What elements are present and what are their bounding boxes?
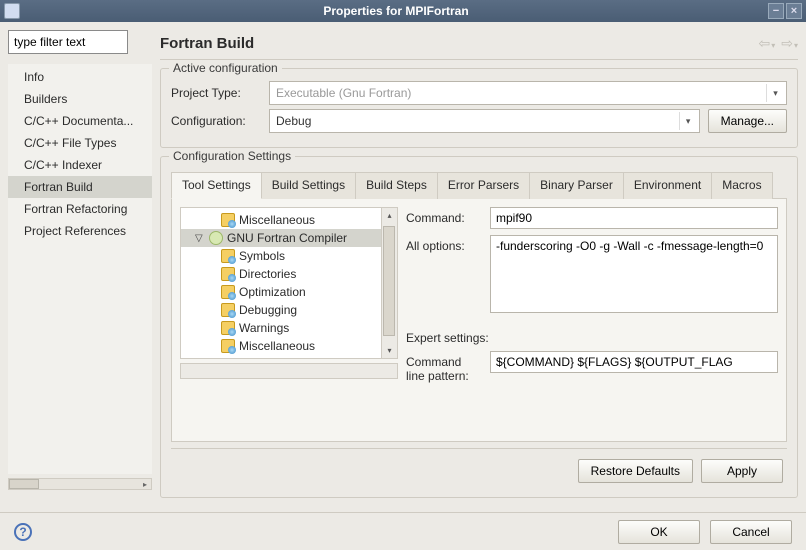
chevron-down-icon[interactable]: ▾: [679, 112, 697, 130]
all-options-label: All options:: [406, 235, 484, 253]
project-type-value: Executable (Gnu Fortran): [276, 86, 411, 100]
expand-icon[interactable]: ▽: [195, 233, 205, 244]
minimize-button[interactable]: −: [768, 3, 784, 19]
list-item[interactable]: ▽GNU Fortran Compiler: [181, 229, 381, 247]
sidebar-item-info[interactable]: Info: [8, 66, 152, 88]
expert-settings-label: Expert settings:: [406, 331, 778, 345]
sidebar-item-project-ref[interactable]: Project References: [8, 220, 152, 242]
tool-tree[interactable]: Miscellaneous ▽GNU Fortran Compiler Symb…: [180, 207, 398, 359]
tab-environment[interactable]: Environment: [623, 172, 712, 199]
main-panel: Fortran Build ⇦ ⇨ Active configuration P…: [152, 22, 806, 512]
tab-error-parsers[interactable]: Error Parsers: [437, 172, 530, 199]
window-icon: [4, 3, 20, 19]
page-title: Fortran Build: [160, 35, 254, 52]
gear-icon: [209, 231, 223, 245]
dialog-footer: ? OK Cancel: [0, 512, 806, 550]
help-icon[interactable]: ?: [14, 523, 32, 541]
configuration-value: Debug: [276, 114, 311, 128]
property-tree[interactable]: Info Builders C/C++ Documenta... C/C++ F…: [8, 64, 152, 474]
sidebar-item-cdoc[interactable]: C/C++ Documenta...: [8, 110, 152, 132]
tree-vscroll[interactable]: ▴ ▾: [381, 208, 397, 358]
command-input[interactable]: [490, 207, 778, 229]
manage-button[interactable]: Manage...: [708, 109, 787, 133]
command-label: Command:: [406, 207, 484, 225]
configuration-select[interactable]: Debug ▾: [269, 109, 700, 133]
list-item[interactable]: Optimization: [181, 283, 381, 301]
tab-macros[interactable]: Macros: [711, 172, 772, 199]
sidebar-item-cfiletypes[interactable]: C/C++ File Types: [8, 132, 152, 154]
ok-button[interactable]: OK: [618, 520, 700, 544]
settings-tabs: Tool Settings Build Settings Build Steps…: [171, 171, 787, 198]
folder-icon: [221, 213, 235, 227]
nav-arrows: ⇦ ⇨: [759, 35, 799, 52]
sidebar: Info Builders C/C++ Documenta... C/C++ F…: [0, 22, 152, 512]
title-bar: Properties for MPIFortran − ×: [0, 0, 806, 22]
nav-back-icon[interactable]: ⇦: [759, 35, 776, 52]
group-title: Configuration Settings: [169, 149, 295, 163]
sidebar-item-builders[interactable]: Builders: [8, 88, 152, 110]
nav-forward-icon[interactable]: ⇨: [781, 35, 798, 52]
folder-icon: [221, 303, 235, 317]
close-button[interactable]: ×: [786, 3, 802, 19]
filter-input[interactable]: [8, 30, 128, 54]
pattern-label: Command line pattern:: [406, 351, 484, 383]
configuration-settings-group: Configuration Settings Tool Settings Bui…: [160, 156, 798, 498]
sidebar-hscroll[interactable]: ◂ ▸: [8, 478, 152, 490]
restore-defaults-button[interactable]: Restore Defaults: [578, 459, 693, 483]
tab-build-steps[interactable]: Build Steps: [355, 172, 438, 199]
tool-detail-pane: Command: All options: -funderscoring -O0…: [406, 207, 778, 433]
list-item[interactable]: Warnings: [181, 319, 381, 337]
active-configuration-group: Active configuration Project Type: Execu…: [160, 68, 798, 148]
list-item[interactable]: Debugging: [181, 301, 381, 319]
tab-build-settings[interactable]: Build Settings: [261, 172, 356, 199]
project-type-label: Project Type:: [171, 86, 261, 100]
sidebar-item-cindexer[interactable]: C/C++ Indexer: [8, 154, 152, 176]
folder-icon: [221, 285, 235, 299]
folder-icon: [221, 339, 235, 353]
apply-button[interactable]: Apply: [701, 459, 783, 483]
scroll-right-icon[interactable]: ▸: [139, 479, 151, 489]
scroll-thumb[interactable]: [383, 226, 395, 336]
scroll-up-icon[interactable]: ▴: [382, 208, 397, 223]
configuration-label: Configuration:: [171, 114, 261, 128]
list-item[interactable]: Directories: [181, 265, 381, 283]
scroll-thumb[interactable]: [9, 479, 39, 489]
folder-icon: [221, 249, 235, 263]
tab-binary-parser[interactable]: Binary Parser: [529, 172, 624, 199]
project-type-select[interactable]: Executable (Gnu Fortran) ▾: [269, 81, 787, 105]
window-title: Properties for MPIFortran: [26, 4, 766, 18]
cancel-button[interactable]: Cancel: [710, 520, 792, 544]
chevron-down-icon[interactable]: ▾: [766, 84, 784, 102]
all-options-textarea[interactable]: -funderscoring -O0 -g -Wall -c -fmessage…: [490, 235, 778, 313]
folder-icon: [221, 267, 235, 281]
group-title: Active configuration: [169, 61, 282, 75]
sidebar-item-fortran-refactor[interactable]: Fortran Refactoring: [8, 198, 152, 220]
scroll-down-icon[interactable]: ▾: [382, 343, 397, 358]
command-line-pattern-input[interactable]: [490, 351, 778, 373]
list-item[interactable]: Symbols: [181, 247, 381, 265]
list-item[interactable]: Miscellaneous: [181, 337, 381, 355]
sidebar-item-fortran-build[interactable]: Fortran Build: [8, 176, 152, 198]
tab-tool-settings[interactable]: Tool Settings: [171, 172, 262, 199]
tool-settings-page: Miscellaneous ▽GNU Fortran Compiler Symb…: [171, 198, 787, 442]
folder-icon: [221, 321, 235, 335]
tree-hscroll[interactable]: [180, 363, 398, 379]
list-item[interactable]: Miscellaneous: [181, 211, 381, 229]
